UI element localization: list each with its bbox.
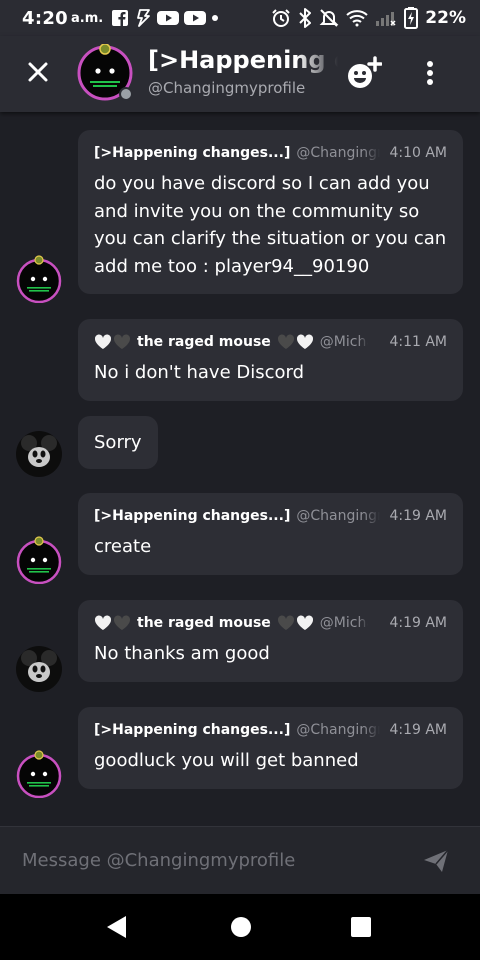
avatar[interactable]	[15, 536, 63, 584]
message-time: 4:19 AM	[389, 508, 447, 524]
message-time: 4:10 AM	[389, 145, 447, 161]
battery-percent: 22%	[425, 8, 466, 28]
message-text: goodluck you will get banned	[94, 750, 359, 771]
message-author[interactable]: [>Happening changes...]	[94, 508, 290, 524]
youtube-icon	[157, 11, 180, 25]
message-time: 4:11 AM	[389, 334, 447, 350]
add-reaction-icon[interactable]	[346, 56, 382, 90]
bluetooth-icon	[299, 8, 312, 28]
wifi-icon	[346, 10, 368, 27]
signal-icon	[376, 12, 396, 26]
send-icon[interactable]	[422, 847, 450, 875]
message-handle: @Michael	[319, 334, 368, 350]
message-bubble[interactable]: [>Happening changes...] @Changingmyprofi…	[78, 130, 463, 294]
status-ampm: a.m.	[70, 10, 104, 26]
notification-icons	[111, 9, 219, 27]
chat-header: [>Happening c @Changingmyprofile	[0, 36, 480, 112]
message-meta: [>Happening changes...] @Changingmyprofi…	[94, 507, 447, 525]
facebook-icon	[112, 10, 129, 26]
white-heart-icon	[94, 334, 112, 349]
home-icon[interactable]	[230, 916, 252, 938]
message-bubble[interactable]: the raged mouse @Michael 4:11 AM No i do…	[78, 319, 463, 401]
header-avatar[interactable]	[76, 44, 134, 102]
black-heart-icon	[277, 615, 294, 630]
white-heart-icon	[296, 615, 313, 630]
message-handle: @Changingmyprofile	[296, 508, 380, 524]
status-time: 4:20	[22, 7, 68, 29]
message-text: Sorry	[94, 432, 142, 453]
bolt-icon	[137, 9, 151, 27]
message-author[interactable]: the raged mouse	[137, 615, 271, 631]
heart-icons	[94, 615, 131, 631]
message-bubble[interactable]: [>Happening changes...] @Changingmyprofi…	[78, 493, 463, 575]
message-composer	[0, 826, 480, 894]
message-meta: the raged mouse @Michael 4:19 AM	[94, 614, 447, 632]
mouse-avatar[interactable]	[15, 645, 63, 693]
recent-apps-icon[interactable]	[350, 916, 372, 938]
more-options-icon[interactable]	[418, 58, 442, 88]
back-icon[interactable]	[104, 914, 128, 940]
white-heart-icon	[296, 334, 313, 349]
conversation-handle: @Changingmyprofile	[148, 79, 306, 97]
mouse-avatar[interactable]	[15, 430, 63, 478]
message-bubble[interactable]: Sorry	[78, 416, 158, 469]
avatar[interactable]	[15, 750, 63, 798]
conversation-title[interactable]: [>Happening c	[148, 46, 338, 74]
status-bar: 4:20 a.m. 22%	[0, 0, 480, 36]
message-bubble[interactable]: [>Happening changes...] @Changingmyprofi…	[78, 707, 463, 789]
message-handle: @Changingmyprofile	[296, 145, 380, 161]
white-heart-icon	[94, 615, 112, 630]
close-icon[interactable]	[24, 58, 52, 86]
message-author[interactable]: the raged mouse	[137, 334, 271, 350]
system-icons: 22%	[271, 7, 466, 29]
battery-icon	[404, 7, 419, 29]
message-handle: @Michael	[319, 615, 368, 631]
black-heart-icon	[277, 334, 294, 349]
message-text: create	[94, 536, 152, 557]
message-bubble[interactable]: the raged mouse @Michael 4:19 AM No than…	[78, 600, 463, 682]
message-meta: the raged mouse @Michael 4:11 AM	[94, 333, 447, 351]
heart-icons	[277, 334, 314, 350]
message-meta: [>Happening changes...] @Changingmyprofi…	[94, 721, 447, 739]
avatar[interactable]	[15, 255, 63, 303]
message-list[interactable]: [>Happening changes...] @Changingmyprofi…	[0, 112, 480, 826]
message-handle: @Changingmyprofile	[296, 722, 380, 738]
message-time: 4:19 AM	[389, 615, 447, 631]
message-time: 4:19 AM	[389, 722, 447, 738]
heart-icons	[277, 615, 314, 631]
system-nav-bar	[0, 894, 480, 960]
message-author[interactable]: [>Happening changes...]	[94, 145, 290, 161]
black-heart-icon	[113, 334, 131, 349]
mute-icon	[319, 9, 339, 27]
message-author[interactable]: [>Happening changes...]	[94, 722, 290, 738]
avatar	[20, 112, 60, 116]
message-meta: [>Happening changes...] @Changingmyprofi…	[94, 144, 447, 162]
message-text: No i don't have Discord	[94, 362, 305, 383]
youtube-icon	[184, 11, 207, 25]
heart-icons	[94, 334, 131, 350]
black-heart-icon	[113, 615, 131, 630]
message-text: No thanks am good	[94, 643, 270, 664]
dot-icon	[212, 15, 219, 21]
alarm-icon	[272, 9, 291, 27]
message-text: do you have discord so I can add you and…	[94, 173, 447, 277]
message-input[interactable]	[22, 845, 382, 875]
